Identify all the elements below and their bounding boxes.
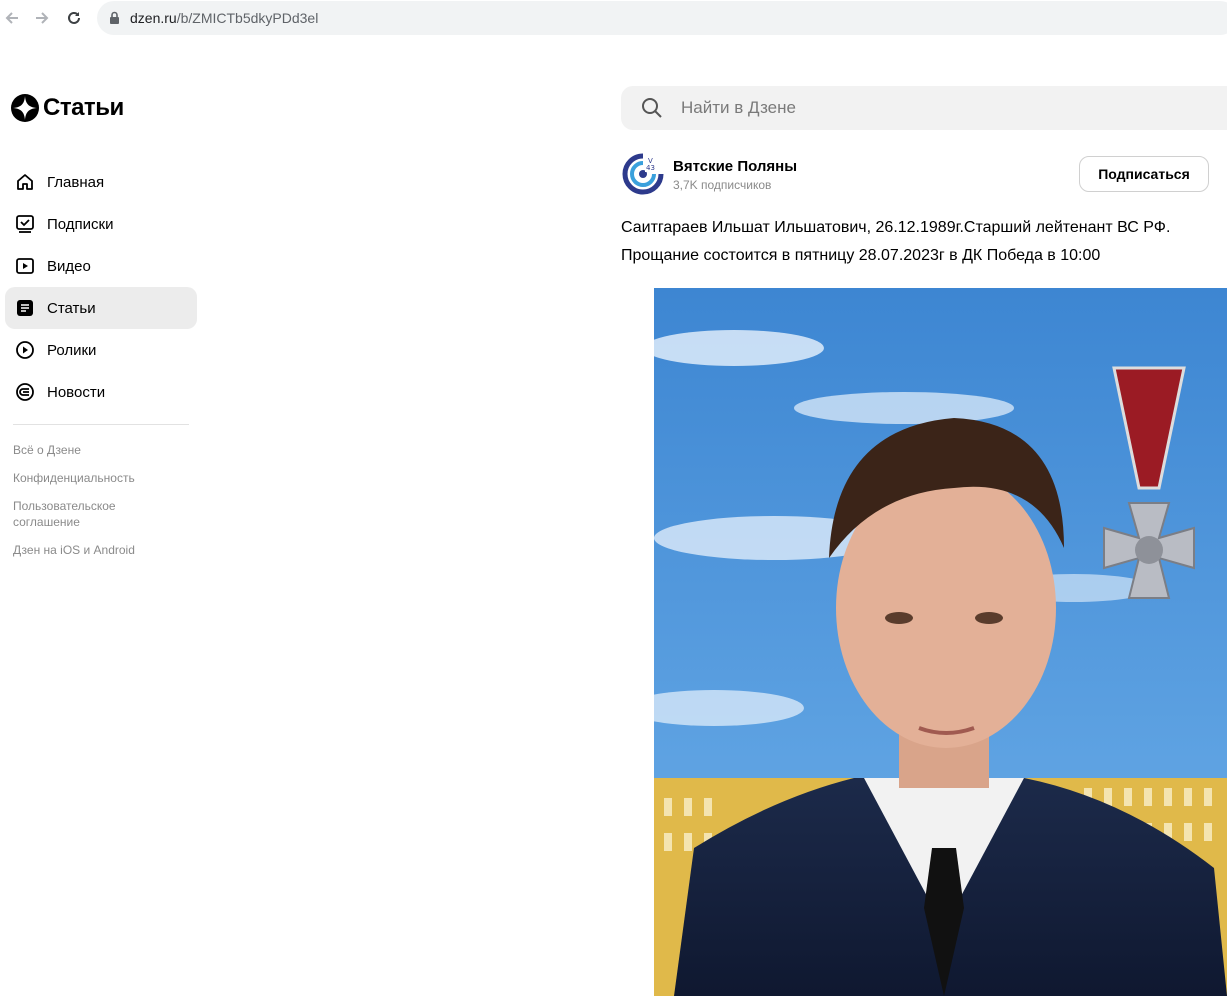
channel-subscribers: 3,7K подписчиков xyxy=(673,178,772,192)
article-line-1: Саитгараев Ильшат Ильшатович, 26.12.1989… xyxy=(621,219,1171,236)
subscribe-button[interactable]: Подписаться xyxy=(1079,156,1209,192)
sidebar-item-home[interactable]: Главная xyxy=(5,161,197,203)
forward-button[interactable] xyxy=(31,7,53,29)
url-text: dzen.ru/b/ZMICTb5dkyPDd3el xyxy=(130,10,318,26)
logo-title: Статьи xyxy=(43,94,124,121)
search-input[interactable] xyxy=(681,86,1221,130)
footer-link-apps[interactable]: Дзен на iOS и Android xyxy=(13,542,183,558)
sidebar-item-articles[interactable]: Статьи xyxy=(5,287,197,329)
article-line-2: Прощание состоится в пятницу 28.07.2023г… xyxy=(621,247,1101,264)
article-photo[interactable] xyxy=(654,288,1227,996)
sidebar-item-video[interactable]: Видео xyxy=(5,245,197,287)
back-arrow-icon xyxy=(5,12,18,24)
footer-link-about[interactable]: Всё о Дзене xyxy=(13,442,183,458)
address-bar[interactable]: dzen.ru/b/ZMICTb5dkyPDd3el xyxy=(97,1,1227,35)
shorts-icon xyxy=(14,339,36,361)
sidebar-item-label: Главная xyxy=(47,173,105,191)
sidebar-item-shorts[interactable]: Ролики xyxy=(5,329,197,371)
footer-link-terms[interactable]: Пользовательское соглашение xyxy=(13,498,183,530)
svg-text:43: 43 xyxy=(646,164,655,172)
url-host: dzen.ru xyxy=(130,10,177,26)
channel-name[interactable]: Вятские Поляны xyxy=(673,158,797,175)
browser-toolbar: dzen.ru/b/ZMICTb5dkyPDd3el xyxy=(0,0,1227,36)
lock-icon xyxy=(110,11,119,24)
url-path: /b/ZMICTb5dkyPDd3el xyxy=(176,10,319,26)
dzen-star-icon xyxy=(11,94,39,122)
article-text: Саитгараев Ильшат Ильшатович, 26.12.1989… xyxy=(621,214,1221,270)
logo[interactable]: Статьи xyxy=(10,93,124,123)
sidebar-item-label: Новости xyxy=(47,383,106,401)
forward-arrow-icon xyxy=(36,12,49,24)
sidebar-item-label: Статьи xyxy=(47,299,96,317)
video-icon xyxy=(14,255,36,277)
reload-icon xyxy=(68,11,80,24)
channel-avatar[interactable]: V 43 xyxy=(621,152,665,196)
sidebar-divider xyxy=(13,424,189,425)
sidebar-nav: Главная Подписки Видео Статьи Ролики Нов… xyxy=(5,161,197,413)
sidebar-item-label: Подписки xyxy=(47,215,114,233)
search-icon xyxy=(642,98,662,118)
sidebar-item-subscriptions[interactable]: Подписки xyxy=(5,203,197,245)
home-icon xyxy=(14,171,36,193)
sidebar-item-news[interactable]: Новости xyxy=(5,371,197,413)
reload-button[interactable] xyxy=(63,7,85,29)
sidebar-item-label: Видео xyxy=(47,257,91,275)
news-icon xyxy=(14,381,36,403)
back-button[interactable] xyxy=(1,7,23,29)
footer-link-privacy[interactable]: Конфиденциальность xyxy=(13,470,183,486)
subscriptions-icon xyxy=(14,213,36,235)
sidebar-footer: Всё о Дзене Конфиденциальность Пользоват… xyxy=(13,442,183,570)
articles-icon xyxy=(14,297,36,319)
sidebar-item-label: Ролики xyxy=(47,341,97,359)
search-bar xyxy=(621,86,1227,130)
